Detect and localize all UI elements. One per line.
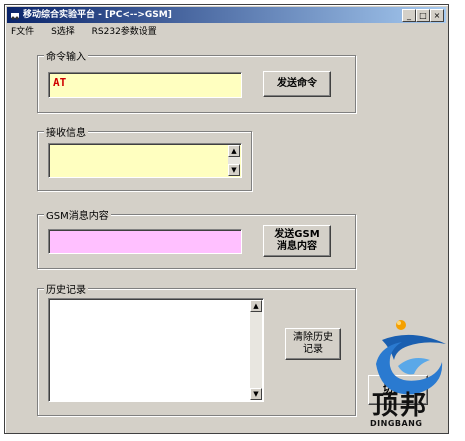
- gsm-group: GSM消息内容 发送GSM 消息内容: [37, 207, 356, 269]
- scroll-down-icon[interactable]: ▼: [250, 388, 262, 400]
- gsm-group-label: GSM消息内容: [44, 207, 111, 222]
- command-group-label: 命令输入: [44, 48, 88, 63]
- title-bar[interactable]: 移动综合实验平台 - [PC<-->GSM] _ □ ×: [7, 7, 446, 23]
- menu-select[interactable]: S选择: [47, 27, 75, 37]
- send-command-button[interactable]: 发送命令: [263, 71, 331, 97]
- command-group: 命令输入 AT 发送命令: [37, 48, 356, 113]
- receive-textarea[interactable]: ▲ ▼: [48, 143, 242, 178]
- menu-file[interactable]: F文件: [7, 27, 34, 37]
- send-gsm-button[interactable]: 发送GSM 消息内容: [263, 225, 331, 257]
- history-textarea[interactable]: ▲ ▼: [48, 298, 264, 402]
- menu-rs232-settings[interactable]: RS232参数设置: [88, 27, 157, 37]
- maximize-button[interactable]: □: [416, 9, 430, 22]
- send-gsm-line1: 发送GSM: [274, 229, 320, 240]
- watermark-text: 顶邦: [372, 391, 429, 421]
- close-button[interactable]: ×: [430, 9, 444, 22]
- receive-group: 接收信息 ▲ ▼: [37, 124, 252, 191]
- send-gsm-line2: 消息内容: [277, 241, 317, 252]
- clear-history-line1: 清除历史: [293, 332, 333, 343]
- history-group-label: 历史记录: [44, 281, 88, 296]
- app-icon: [11, 13, 19, 20]
- history-scrollbar[interactable]: ▲ ▼: [250, 300, 262, 400]
- watermark-subtext: DINGBANG: [370, 419, 423, 428]
- menu-bar: F文件 S选择 RS232参数设置: [7, 24, 446, 40]
- window-title: 移动综合实验平台 - [PC<-->GSM]: [23, 10, 172, 20]
- scroll-down-icon[interactable]: ▼: [228, 164, 240, 176]
- scroll-up-icon[interactable]: ▲: [228, 145, 240, 157]
- minimize-button[interactable]: _: [402, 9, 416, 22]
- gsm-message-input[interactable]: [48, 229, 242, 254]
- receive-scrollbar[interactable]: ▲ ▼: [228, 145, 240, 176]
- clear-history-button[interactable]: 清除历史 记录: [285, 328, 341, 360]
- command-input[interactable]: AT: [48, 72, 242, 98]
- clear-history-line2: 记录: [303, 344, 323, 355]
- history-group: 历史记录 ▲ ▼ 清除历史 记录: [37, 281, 356, 416]
- scroll-up-icon[interactable]: ▲: [250, 300, 262, 312]
- watermark-logo: 顶邦 DINGBANG: [368, 318, 450, 433]
- receive-group-label: 接收信息: [44, 124, 88, 139]
